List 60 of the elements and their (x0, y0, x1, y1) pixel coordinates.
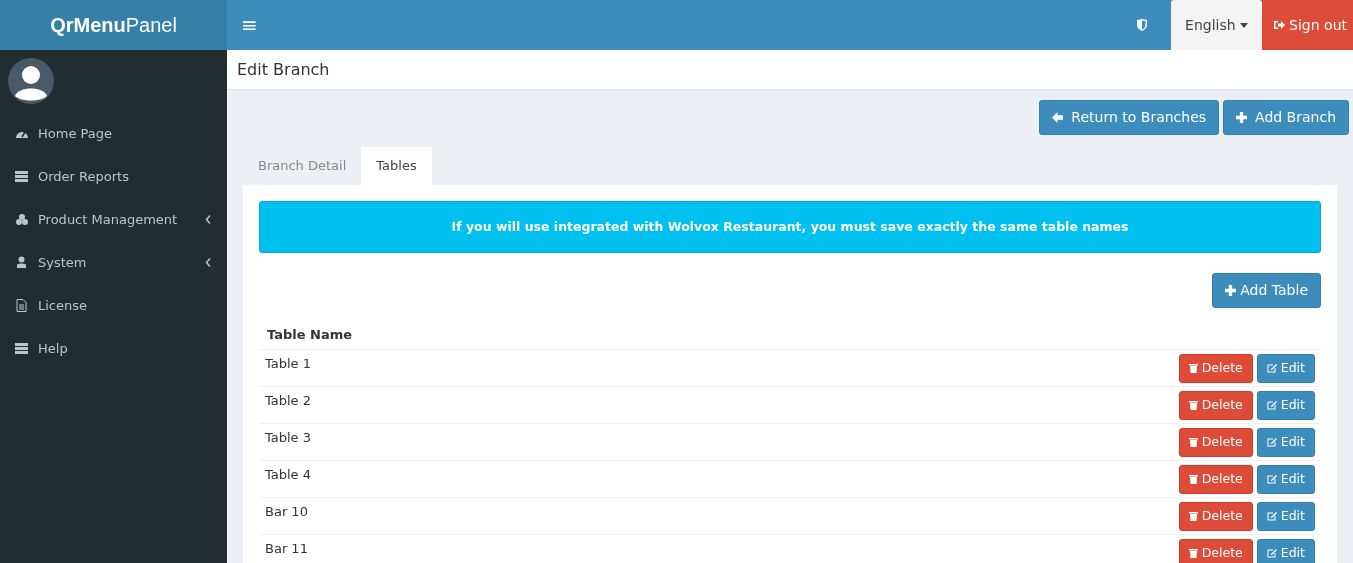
delete-button[interactable]: Delete (1178, 390, 1253, 420)
trash-icon (1188, 474, 1198, 485)
edit-icon (1266, 400, 1277, 411)
sign-out-button[interactable]: Sign out (1262, 0, 1353, 50)
plus-icon (1225, 285, 1237, 297)
delete-button[interactable]: Delete (1178, 353, 1253, 383)
action-button[interactable]: Add Branch (1223, 100, 1349, 135)
tab[interactable]: Tables (361, 147, 432, 185)
menu-toggle[interactable]: ≡ (227, 0, 272, 50)
table-cell-text: Bar 10 (265, 502, 309, 521)
edit-icon (1266, 548, 1277, 559)
info-alert: If you will use integrated with Wolvox Restaurant, you must save exactly the same table names (259, 200, 1321, 254)
trash-icon (1188, 400, 1198, 411)
trash-icon (1188, 548, 1198, 559)
table-cell-text: Bar 11 (265, 539, 309, 558)
sidebar-item[interactable]: License (0, 284, 227, 327)
delete-button[interactable]: Delete (1178, 501, 1253, 531)
trash-icon (1188, 511, 1198, 522)
sidebar-item[interactable]: Help (0, 327, 227, 370)
caret-icon (1240, 23, 1249, 28)
delete-button[interactable]: Delete (1178, 427, 1253, 457)
document-icon (15, 299, 28, 312)
avatar-icon (8, 58, 54, 104)
trash-icon (1188, 437, 1198, 448)
edit-button[interactable]: Edit (1256, 501, 1315, 531)
user-icon (15, 256, 28, 269)
app-logo: QrMenuPanel (0, 0, 227, 50)
trash-icon (1188, 363, 1198, 374)
sidebar-item[interactable]: System (0, 241, 227, 284)
edit-icon (1266, 474, 1277, 485)
sign-out-icon (1274, 20, 1286, 30)
table-cell-text: Table 3 (265, 428, 313, 447)
cubes-icon (15, 213, 28, 226)
table-cell-text: Table 4 (265, 465, 313, 484)
delete-button[interactable]: Delete (1178, 464, 1253, 494)
tab[interactable]: Branch Detail (243, 147, 362, 185)
edit-button[interactable]: Edit (1256, 538, 1315, 563)
action-button[interactable]: Return to Branches (1039, 100, 1220, 135)
shield-icon (1137, 19, 1148, 31)
delete-button[interactable]: Delete (1178, 538, 1253, 563)
table-cell-text: Table 1 (265, 354, 313, 373)
edit-button[interactable]: Edit (1256, 464, 1315, 494)
column-header: Table Name (266, 326, 354, 345)
sidebar-item[interactable]: Order Reports (0, 155, 227, 198)
arrow-left-icon (1052, 112, 1064, 123)
plus-icon (1236, 112, 1248, 123)
edit-button[interactable]: Edit (1256, 353, 1315, 383)
edit-button[interactable]: Edit (1256, 390, 1315, 420)
page-title: Edit Branch (237, 58, 330, 81)
server-icon (15, 170, 28, 183)
edit-icon (1266, 363, 1277, 374)
sidebar-item[interactable]: Product Management (0, 198, 227, 241)
language-dropdown[interactable]: English (1171, 0, 1263, 50)
edit-icon (1266, 511, 1277, 522)
server-icon (15, 342, 28, 355)
add-table-button[interactable]: Add Table (1212, 273, 1321, 309)
edit-icon (1266, 437, 1277, 448)
table-cell-text: Table 2 (265, 391, 313, 410)
edit-button[interactable]: Edit (1256, 427, 1315, 457)
sidebar-item[interactable]: Home Page (0, 112, 227, 155)
